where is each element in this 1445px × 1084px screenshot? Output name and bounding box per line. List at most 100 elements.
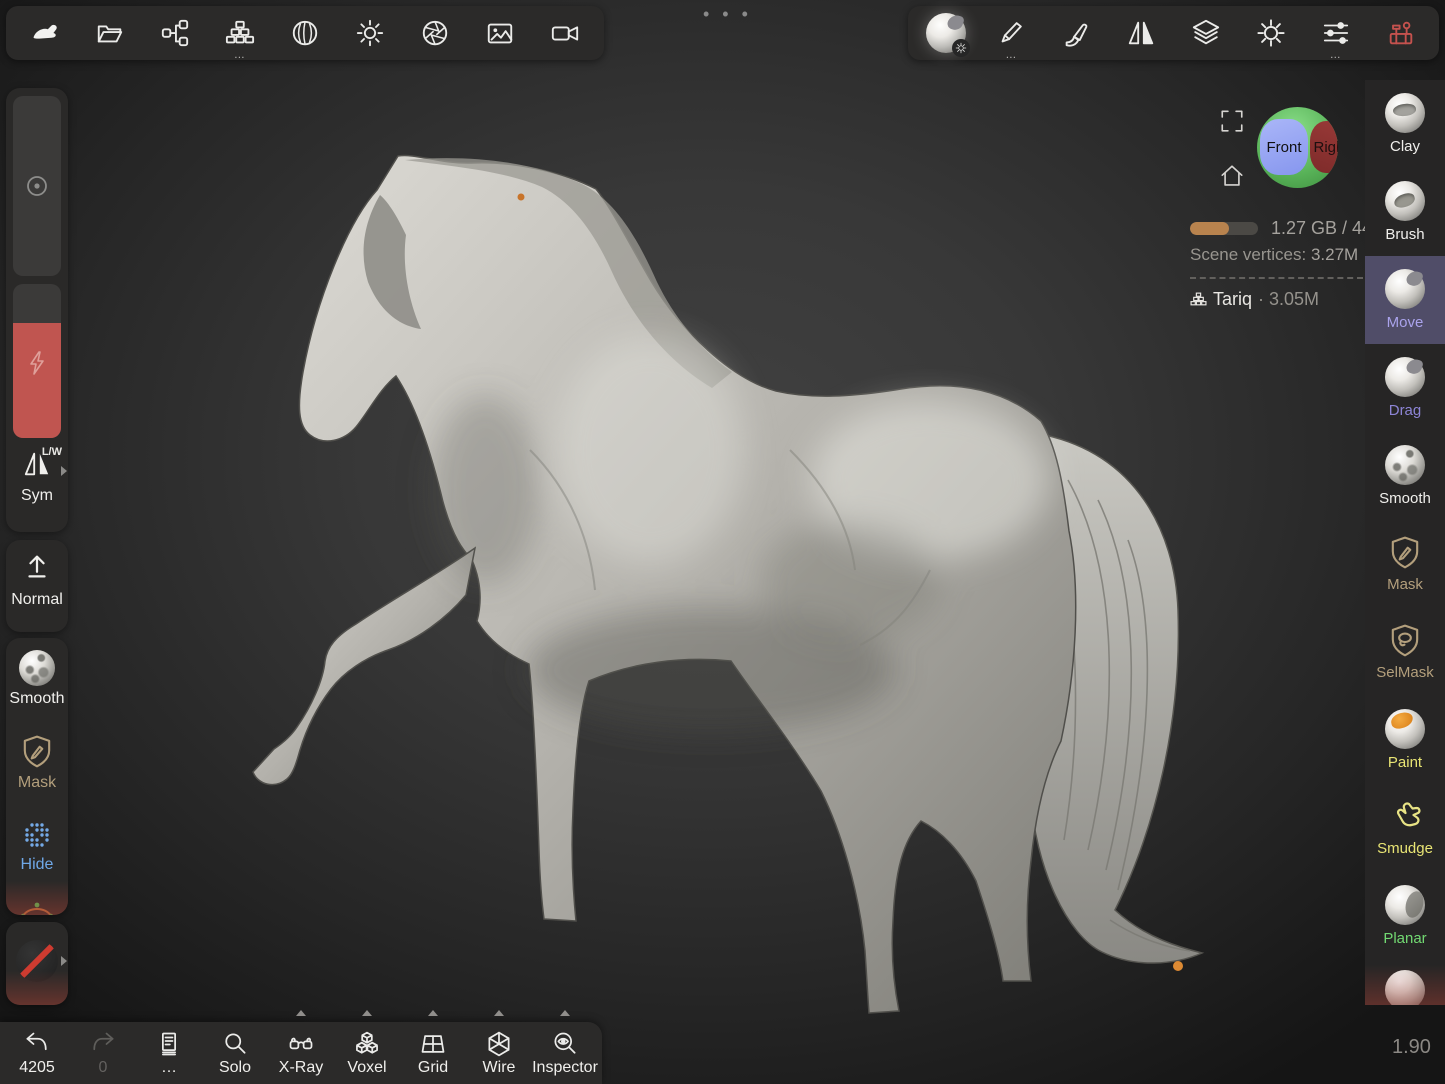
active-layer-row[interactable]: Tariq · 3.05M <box>1190 289 1365 310</box>
left-slider-panel: L/W Sym <box>6 88 68 532</box>
quick-hide-button[interactable]: Hide <box>6 818 68 874</box>
quick-mask-button[interactable]: Mask <box>6 734 68 792</box>
tool-brush[interactable]: Brush <box>1365 168 1445 256</box>
symmetry-mirror-button[interactable] <box>1113 6 1169 60</box>
nomad-logo[interactable] <box>17 6 73 60</box>
tool-planar-label: Planar <box>1383 930 1426 947</box>
grid-label: Grid <box>418 1059 448 1077</box>
tool-drag[interactable]: Drag <box>1365 344 1445 432</box>
normal-mode-button[interactable]: Normal <box>6 552 68 609</box>
undo-icon <box>27 1033 45 1049</box>
left-normal-panel: Normal <box>6 540 68 632</box>
tool-planar[interactable]: Planar <box>1365 872 1445 960</box>
lighting-sun-button[interactable] <box>342 6 398 60</box>
gizmo-front-face[interactable]: Front <box>1260 119 1308 175</box>
sliders-more-dots: … <box>1330 51 1342 59</box>
undo-button[interactable]: 4205 <box>6 1030 68 1077</box>
solo-button[interactable]: Solo <box>204 1030 266 1077</box>
no-material-icon <box>16 940 58 982</box>
stroke-pencil-button[interactable]: … <box>983 6 1039 60</box>
tool-move[interactable]: Move <box>1365 256 1445 344</box>
intensity-slider[interactable] <box>13 284 61 438</box>
voxel-options-caret[interactable] <box>362 1010 372 1016</box>
redo-count: 0 <box>99 1059 108 1077</box>
vertices-value: 3.27M <box>1311 245 1358 264</box>
brush-tool-icon <box>1385 181 1425 221</box>
sym-label: Sym <box>6 487 68 505</box>
mane-marker-dot <box>518 194 525 201</box>
files-button[interactable] <box>82 6 138 60</box>
scene-graph-button[interactable] <box>147 6 203 60</box>
lightning-icon <box>31 352 43 374</box>
fullscreen-button[interactable] <box>1219 108 1245 134</box>
grid-button[interactable]: Grid <box>402 1030 464 1077</box>
solo-label: Solo <box>219 1059 251 1077</box>
background-image-button[interactable] <box>472 6 528 60</box>
sym-lw-badge: L/W <box>42 446 62 458</box>
redo-button[interactable]: 0 <box>72 1030 134 1077</box>
quick-mask-label: Mask <box>6 774 68 792</box>
xray-label: X-Ray <box>279 1059 323 1077</box>
interface-sliders-button[interactable]: … <box>1308 6 1364 60</box>
voxel-button[interactable]: Voxel <box>336 1030 398 1077</box>
history-book-icon <box>163 1033 175 1054</box>
xray-glasses-icon <box>291 1038 312 1048</box>
sym-expand-arrow[interactable] <box>61 466 67 476</box>
horse-sculpture[interactable] <box>230 150 1230 1030</box>
tool-drag-label: Drag <box>1389 402 1422 419</box>
xray-options-caret[interactable] <box>296 1010 306 1016</box>
partial-tool-icon <box>1385 970 1425 1005</box>
history-more-dots: … <box>161 1059 177 1077</box>
move-tool-icon <box>1385 269 1425 309</box>
orientation-gizmo[interactable]: Front Right <box>1257 107 1338 188</box>
intensity-slider-fill <box>13 323 61 439</box>
grid-options-caret[interactable] <box>428 1010 438 1016</box>
left-quick-tools-panel: Smooth Mask Hide <box>6 638 68 915</box>
painting-settings-button[interactable] <box>1048 6 1104 60</box>
wire-options-caret[interactable] <box>494 1010 504 1016</box>
history-button[interactable]: … <box>138 1030 200 1077</box>
tool-mask[interactable]: Mask <box>1365 520 1445 608</box>
tool-paint-label: Paint <box>1388 754 1422 771</box>
tool-smooth[interactable]: Smooth <box>1365 432 1445 520</box>
gizmo-right-face[interactable]: Right <box>1310 121 1338 173</box>
postprocess-aperture-button[interactable] <box>407 6 463 60</box>
inspector-options-caret[interactable] <box>560 1010 570 1016</box>
radius-slider[interactable] <box>13 96 61 276</box>
tool-clay[interactable]: Clay <box>1365 80 1445 168</box>
redo-icon <box>94 1033 112 1049</box>
tool-mask-label: Mask <box>1387 576 1423 593</box>
camera-button[interactable] <box>537 6 593 60</box>
toolbox-button[interactable] <box>1373 6 1429 60</box>
zoom-scale-label: 1.90 <box>1392 1036 1431 1059</box>
wire-button[interactable]: Wire <box>468 1030 530 1077</box>
matcap-material-button[interactable] <box>277 6 333 60</box>
stroke-more-dots: … <box>1005 51 1017 59</box>
normal-arrow-icon <box>30 557 45 577</box>
symmetry-toggle[interactable]: L/W Sym <box>6 444 68 505</box>
settings-gear-button[interactable] <box>1243 6 1299 60</box>
tool-smudge[interactable]: Smudge <box>1365 784 1445 872</box>
no-material-button[interactable] <box>6 940 68 982</box>
inspector-label: Inspector <box>532 1059 598 1077</box>
material-expand-arrow[interactable] <box>61 956 67 966</box>
tool-next-partial[interactable] <box>1365 960 1445 1005</box>
layers-stack-button[interactable] <box>1178 6 1234 60</box>
hide-dots-icon <box>25 823 48 846</box>
voxel-label: Voxel <box>347 1059 386 1077</box>
inspector-eye-icon <box>555 1033 574 1052</box>
tool-selmask[interactable]: SelMask <box>1365 608 1445 696</box>
active-tool-material-button[interactable] <box>918 6 974 60</box>
quick-smooth-button[interactable]: Smooth <box>6 650 68 708</box>
layers-bricks-button[interactable]: … <box>212 6 268 60</box>
tool-paint[interactable]: Paint <box>1365 696 1445 784</box>
stats-separator <box>1190 277 1363 279</box>
home-view-button[interactable] <box>1219 163 1245 189</box>
quick-smooth-label: Smooth <box>6 690 68 708</box>
left-material-panel <box>6 922 68 1005</box>
planar-tool-icon <box>1385 885 1425 925</box>
xray-button[interactable]: X-Ray <box>270 1030 332 1077</box>
quick-gizmo-button[interactable] <box>6 896 68 915</box>
layer-bricks-icon <box>1191 293 1206 305</box>
inspector-button[interactable]: Inspector <box>534 1030 596 1077</box>
